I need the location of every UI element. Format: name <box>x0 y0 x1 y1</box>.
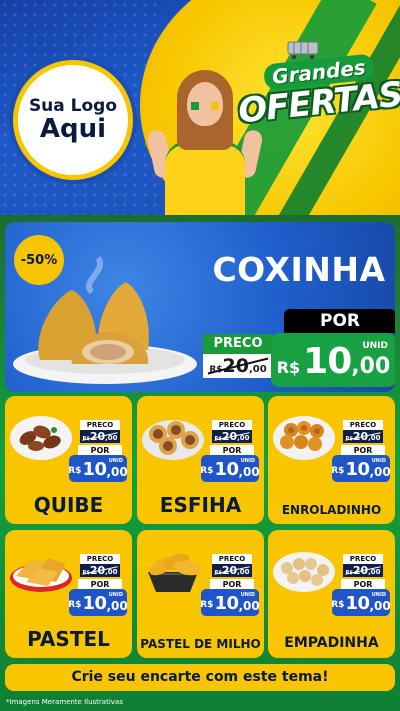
por-label: POR <box>284 309 395 333</box>
logo-line-2: Aqui <box>39 113 107 144</box>
product-image <box>8 542 74 596</box>
preco-label: PRECO <box>212 420 252 430</box>
title-ofertas: OFERTAS <box>236 74 400 132</box>
featured-product-name: COXINHA <box>212 250 386 289</box>
grandes-ofertas-title: Grandes OFERTAS <box>236 53 400 131</box>
preco-label: PRECO <box>80 420 120 430</box>
product-image <box>140 542 206 596</box>
new-price: UNID R$ 10,00 <box>331 455 391 482</box>
old-price: R$20,00 <box>80 564 120 577</box>
product-name: PASTEL <box>27 627 110 651</box>
product-image <box>271 408 337 462</box>
featured-product-card[interactable]: -50% COXINHA POR PRECO R$20,00 UNID R$ 1… <box>5 222 395 392</box>
new-price: UNID R$ 10,00 <box>331 589 391 616</box>
preco-label: PRECO <box>343 554 383 564</box>
old-price: R$20,00 <box>343 430 383 443</box>
product-name: QUIBE <box>33 493 104 517</box>
product-name: EMPADINHA <box>284 635 379 651</box>
old-price: R$20,00 <box>212 564 252 577</box>
header-banner: Sua Logo Aqui Grandes OFERTAS <box>0 0 400 215</box>
new-price: UNID R$ 10,00 <box>68 589 128 616</box>
old-price: R$20,00 <box>212 430 252 443</box>
logo-placeholder: Sua Logo Aqui <box>13 60 133 180</box>
unit-label: UNID <box>371 592 386 598</box>
product-name: PASTEL DE MILHO <box>140 637 261 651</box>
unit-label: UNID <box>108 458 123 464</box>
product-name: ENROLADINHO <box>281 503 382 517</box>
product-card[interactable]: PRECOR$20,00PORUNIDR$10,00ENROLADINHO <box>268 396 395 524</box>
product-card[interactable]: PRECOR$20,00PORUNIDR$10,00ESFIHA <box>137 396 264 524</box>
old-price: R$20,00 <box>80 430 120 443</box>
unit-label: UNID <box>362 341 388 351</box>
old-price: R$20,00 <box>203 354 273 378</box>
preco-label: PRECO <box>212 554 252 564</box>
discount-badge: -50% <box>14 235 64 285</box>
new-price: UNID R$ 10,00 <box>68 455 128 482</box>
logo-line-1: Sua Logo <box>28 96 118 116</box>
product-card[interactable]: PRECOR$20,00PORUNIDR$10,00EMPADINHA <box>268 530 395 658</box>
product-card[interactable]: PRECOR$20,00PORUNIDR$10,00QUIBE <box>5 396 132 524</box>
product-image <box>140 408 206 462</box>
new-price: UNID R$ 10,00 <box>200 589 260 616</box>
preco-label: PRECO <box>343 420 383 430</box>
unit-label: UNID <box>371 458 386 464</box>
product-image <box>271 542 337 596</box>
product-name: ESFIHA <box>159 493 242 517</box>
disclaimer-text: *Imagens Meramente Ilustrativas <box>6 698 123 706</box>
unit-label: UNID <box>240 592 255 598</box>
unit-label: UNID <box>240 458 255 464</box>
preco-label: PRECO <box>203 334 273 354</box>
new-price: UNID R$ 10,00 <box>200 455 260 482</box>
product-image <box>8 408 74 462</box>
product-card[interactable]: PRECOR$20,00PORUNIDR$10,00PASTEL DE MILH… <box>137 530 264 658</box>
preco-label: PRECO <box>80 554 120 564</box>
cta-banner[interactable]: Crie seu encarte com este tema! <box>5 664 395 691</box>
old-price-box: PRECO R$20,00 <box>203 332 273 382</box>
old-price: R$20,00 <box>343 564 383 577</box>
new-price: UNID R$ 10 ,00 <box>271 333 395 387</box>
product-card[interactable]: PRECOR$20,00PORUNIDR$10,00PASTEL <box>5 530 132 658</box>
unit-label: UNID <box>108 592 123 598</box>
